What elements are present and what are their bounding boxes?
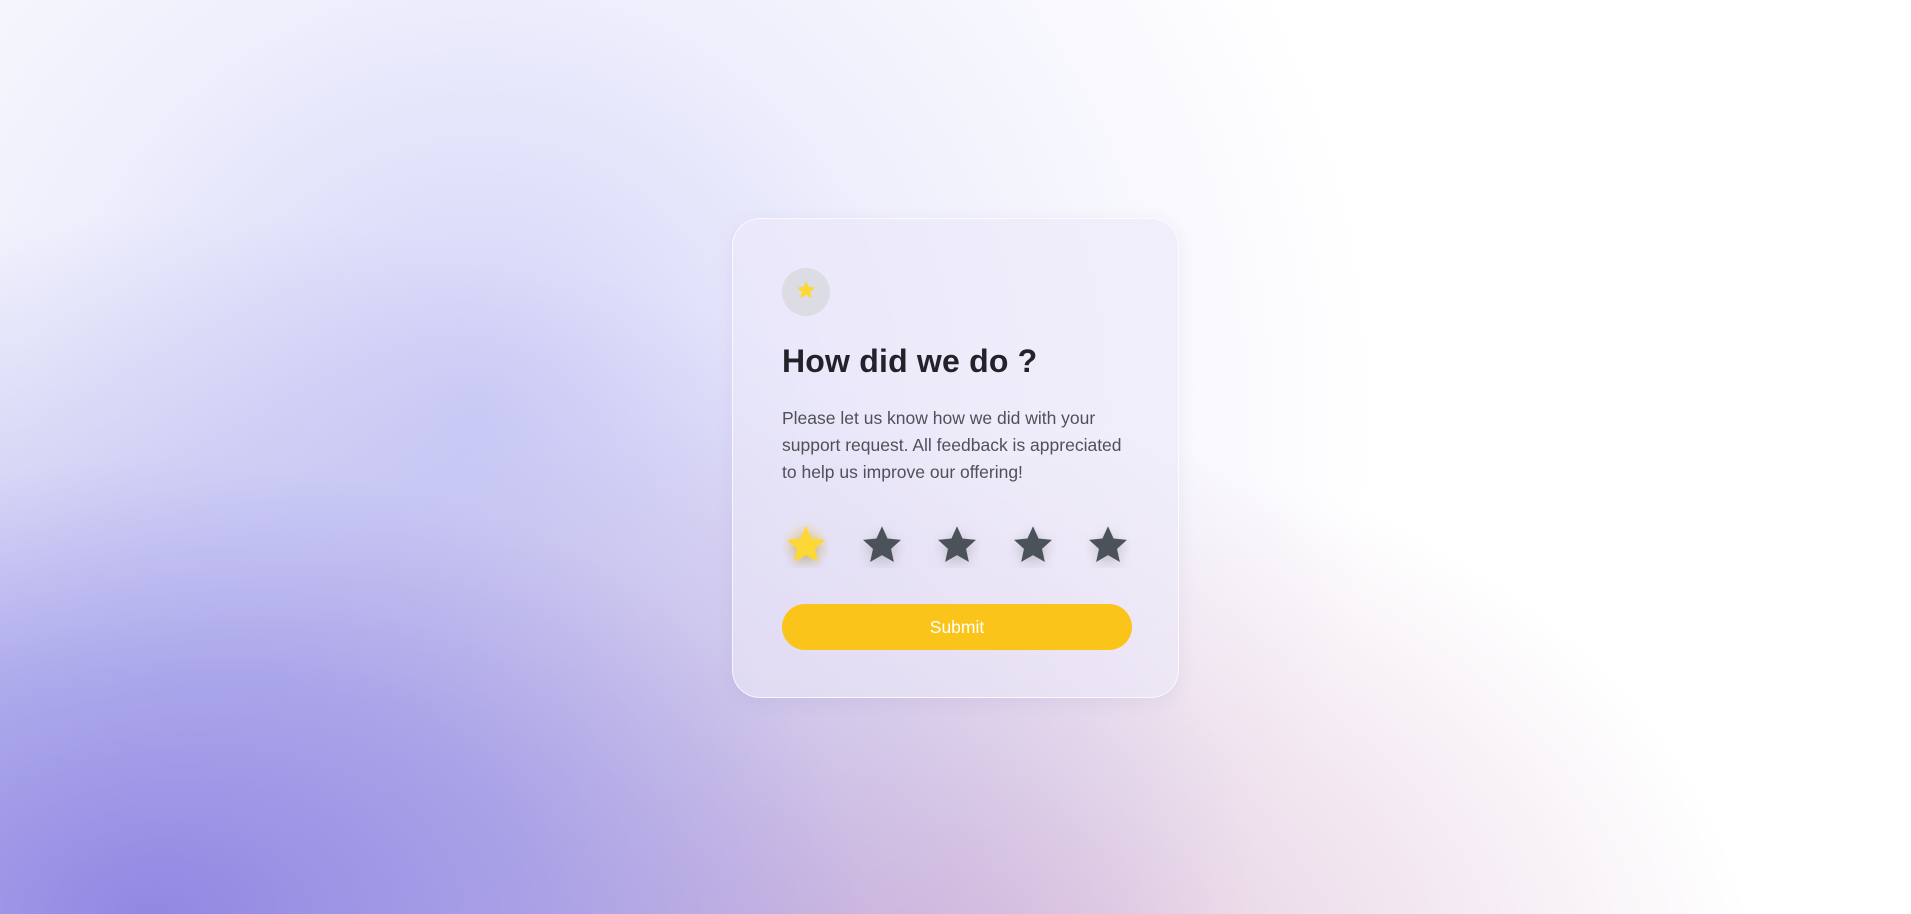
star-icon [1013, 526, 1052, 563]
feedback-card: How did we do ? Please let us know how w… [732, 218, 1179, 698]
rating-star-3[interactable] [933, 521, 981, 569]
rating-star-1[interactable] [782, 521, 830, 569]
badge [782, 268, 830, 316]
star-icon [938, 526, 976, 563]
star-icon [795, 279, 817, 306]
submit-button[interactable]: Submit [782, 604, 1132, 650]
star-icon [1089, 526, 1127, 563]
star-icon [787, 526, 825, 563]
star-icon [862, 526, 901, 563]
description: Please let us know how we did with your … [782, 408, 1122, 482]
rating-star-5[interactable] [1084, 521, 1132, 569]
page-title: How did we do ? [782, 343, 1038, 379]
star-rating [782, 521, 1132, 569]
rating-star-4[interactable] [1009, 521, 1057, 569]
rating-star-2[interactable] [858, 521, 906, 569]
